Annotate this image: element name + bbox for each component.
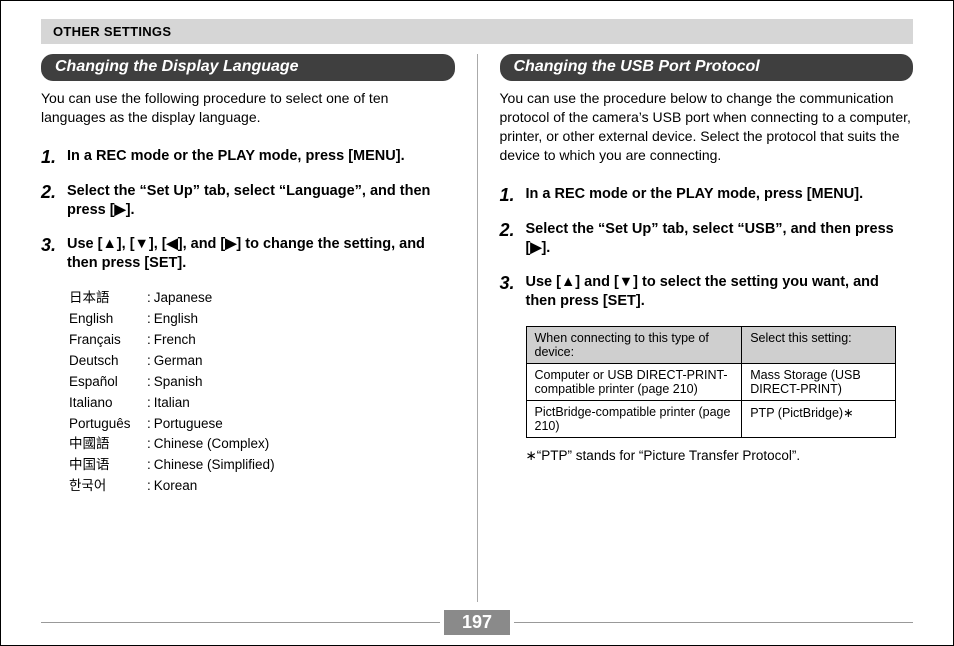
right-column: Changing the USB Port Protocol You can u… [498, 54, 914, 602]
step-text: Use [▲] and [▼] to select the setting yo… [526, 273, 914, 312]
intro-right: You can use the procedure below to chang… [500, 89, 914, 165]
separator: : [147, 434, 154, 455]
language-native: Italiano [69, 393, 147, 414]
language-native: Français [69, 330, 147, 351]
separator: : [147, 372, 154, 393]
table-cell: PictBridge-compatible printer (page 210) [526, 400, 742, 437]
language-name: German [154, 351, 203, 372]
step-number: 2. [41, 182, 67, 203]
separator: : [147, 288, 154, 309]
language-row: Français: French [69, 330, 455, 351]
language-row: 中國語: Chinese (Complex) [69, 434, 455, 455]
language-native: Português [69, 414, 147, 435]
language-name: English [154, 309, 198, 330]
footer: 197 [41, 610, 913, 635]
step: 3. Use [▲], [▼], [◀], and [▶] to change … [41, 235, 455, 274]
language-name: Chinese (Complex) [154, 434, 270, 455]
table-row: Computer or USB DIRECT-PRINT-compatible … [526, 363, 895, 400]
step-number: 2. [500, 220, 526, 241]
language-row: English: English [69, 309, 455, 330]
language-row: 한국어: Korean [69, 476, 455, 497]
language-native: Español [69, 372, 147, 393]
footnote: ∗“PTP” stands for “Picture Transfer Prot… [526, 448, 914, 464]
intro-left: You can use the following procedure to s… [41, 89, 455, 127]
separator: : [147, 309, 154, 330]
step: 1. In a REC mode or the PLAY mode, press… [500, 185, 914, 206]
step-text: In a REC mode or the PLAY mode, press [M… [67, 147, 405, 167]
usb-protocol-table: When connecting to this type of device: … [526, 326, 896, 438]
language-row: Italiano: Italian [69, 393, 455, 414]
language-native: 한국어 [69, 476, 147, 497]
language-native: 日本語 [69, 288, 147, 309]
language-row: 中国语: Chinese (Simplified) [69, 455, 455, 476]
step-number: 3. [41, 235, 67, 256]
table-header: Select this setting: [742, 326, 895, 363]
language-name: Japanese [154, 288, 213, 309]
step-number: 1. [41, 147, 67, 168]
language-name: Chinese (Simplified) [154, 455, 275, 476]
page-number: 197 [444, 610, 510, 635]
language-row: Português: Portuguese [69, 414, 455, 435]
language-native: 中国语 [69, 455, 147, 476]
language-native: English [69, 309, 147, 330]
table-row: PictBridge-compatible printer (page 210)… [526, 400, 895, 437]
header-bar: OTHER SETTINGS [41, 19, 913, 44]
step-text: Use [▲], [▼], [◀], and [▶] to change the… [67, 235, 455, 274]
language-row: Español: Spanish [69, 372, 455, 393]
language-name: Portuguese [154, 414, 223, 435]
language-native: 中國語 [69, 434, 147, 455]
separator: : [147, 351, 154, 372]
separator: : [147, 476, 154, 497]
section-title-right: Changing the USB Port Protocol [500, 54, 914, 81]
language-row: Deutsch: German [69, 351, 455, 372]
left-column: Changing the Display Language You can us… [41, 54, 478, 602]
footer-rule [514, 622, 913, 623]
table-cell: Computer or USB DIRECT-PRINT-compatible … [526, 363, 742, 400]
step: 1. In a REC mode or the PLAY mode, press… [41, 147, 455, 168]
step-number: 3. [500, 273, 526, 294]
step-text: Select the “Set Up” tab, select “Languag… [67, 182, 455, 221]
manual-page: OTHER SETTINGS Changing the Display Lang… [0, 0, 954, 646]
separator: : [147, 414, 154, 435]
language-name: Korean [154, 476, 198, 497]
separator: : [147, 330, 154, 351]
step-text: In a REC mode or the PLAY mode, press [M… [526, 185, 864, 205]
separator: : [147, 455, 154, 476]
language-name: French [154, 330, 196, 351]
step-text: Select the “Set Up” tab, select “USB”, a… [526, 220, 914, 259]
table-cell: Mass Storage (USB DIRECT-PRINT) [742, 363, 895, 400]
language-row: 日本語: Japanese [69, 288, 455, 309]
separator: : [147, 393, 154, 414]
columns: Changing the Display Language You can us… [41, 54, 913, 602]
section-title-left: Changing the Display Language [41, 54, 455, 81]
footer-rule [41, 622, 440, 623]
language-list: 日本語: JapaneseEnglish: EnglishFrançais: F… [69, 288, 455, 497]
step-number: 1. [500, 185, 526, 206]
step: 3. Use [▲] and [▼] to select the setting… [500, 273, 914, 312]
language-name: Italian [154, 393, 190, 414]
table-cell: PTP (PictBridge)∗ [742, 400, 895, 437]
language-name: Spanish [154, 372, 203, 393]
table-header: When connecting to this type of device: [526, 326, 742, 363]
step: 2. Select the “Set Up” tab, select “Lang… [41, 182, 455, 221]
step: 2. Select the “Set Up” tab, select “USB”… [500, 220, 914, 259]
language-native: Deutsch [69, 351, 147, 372]
